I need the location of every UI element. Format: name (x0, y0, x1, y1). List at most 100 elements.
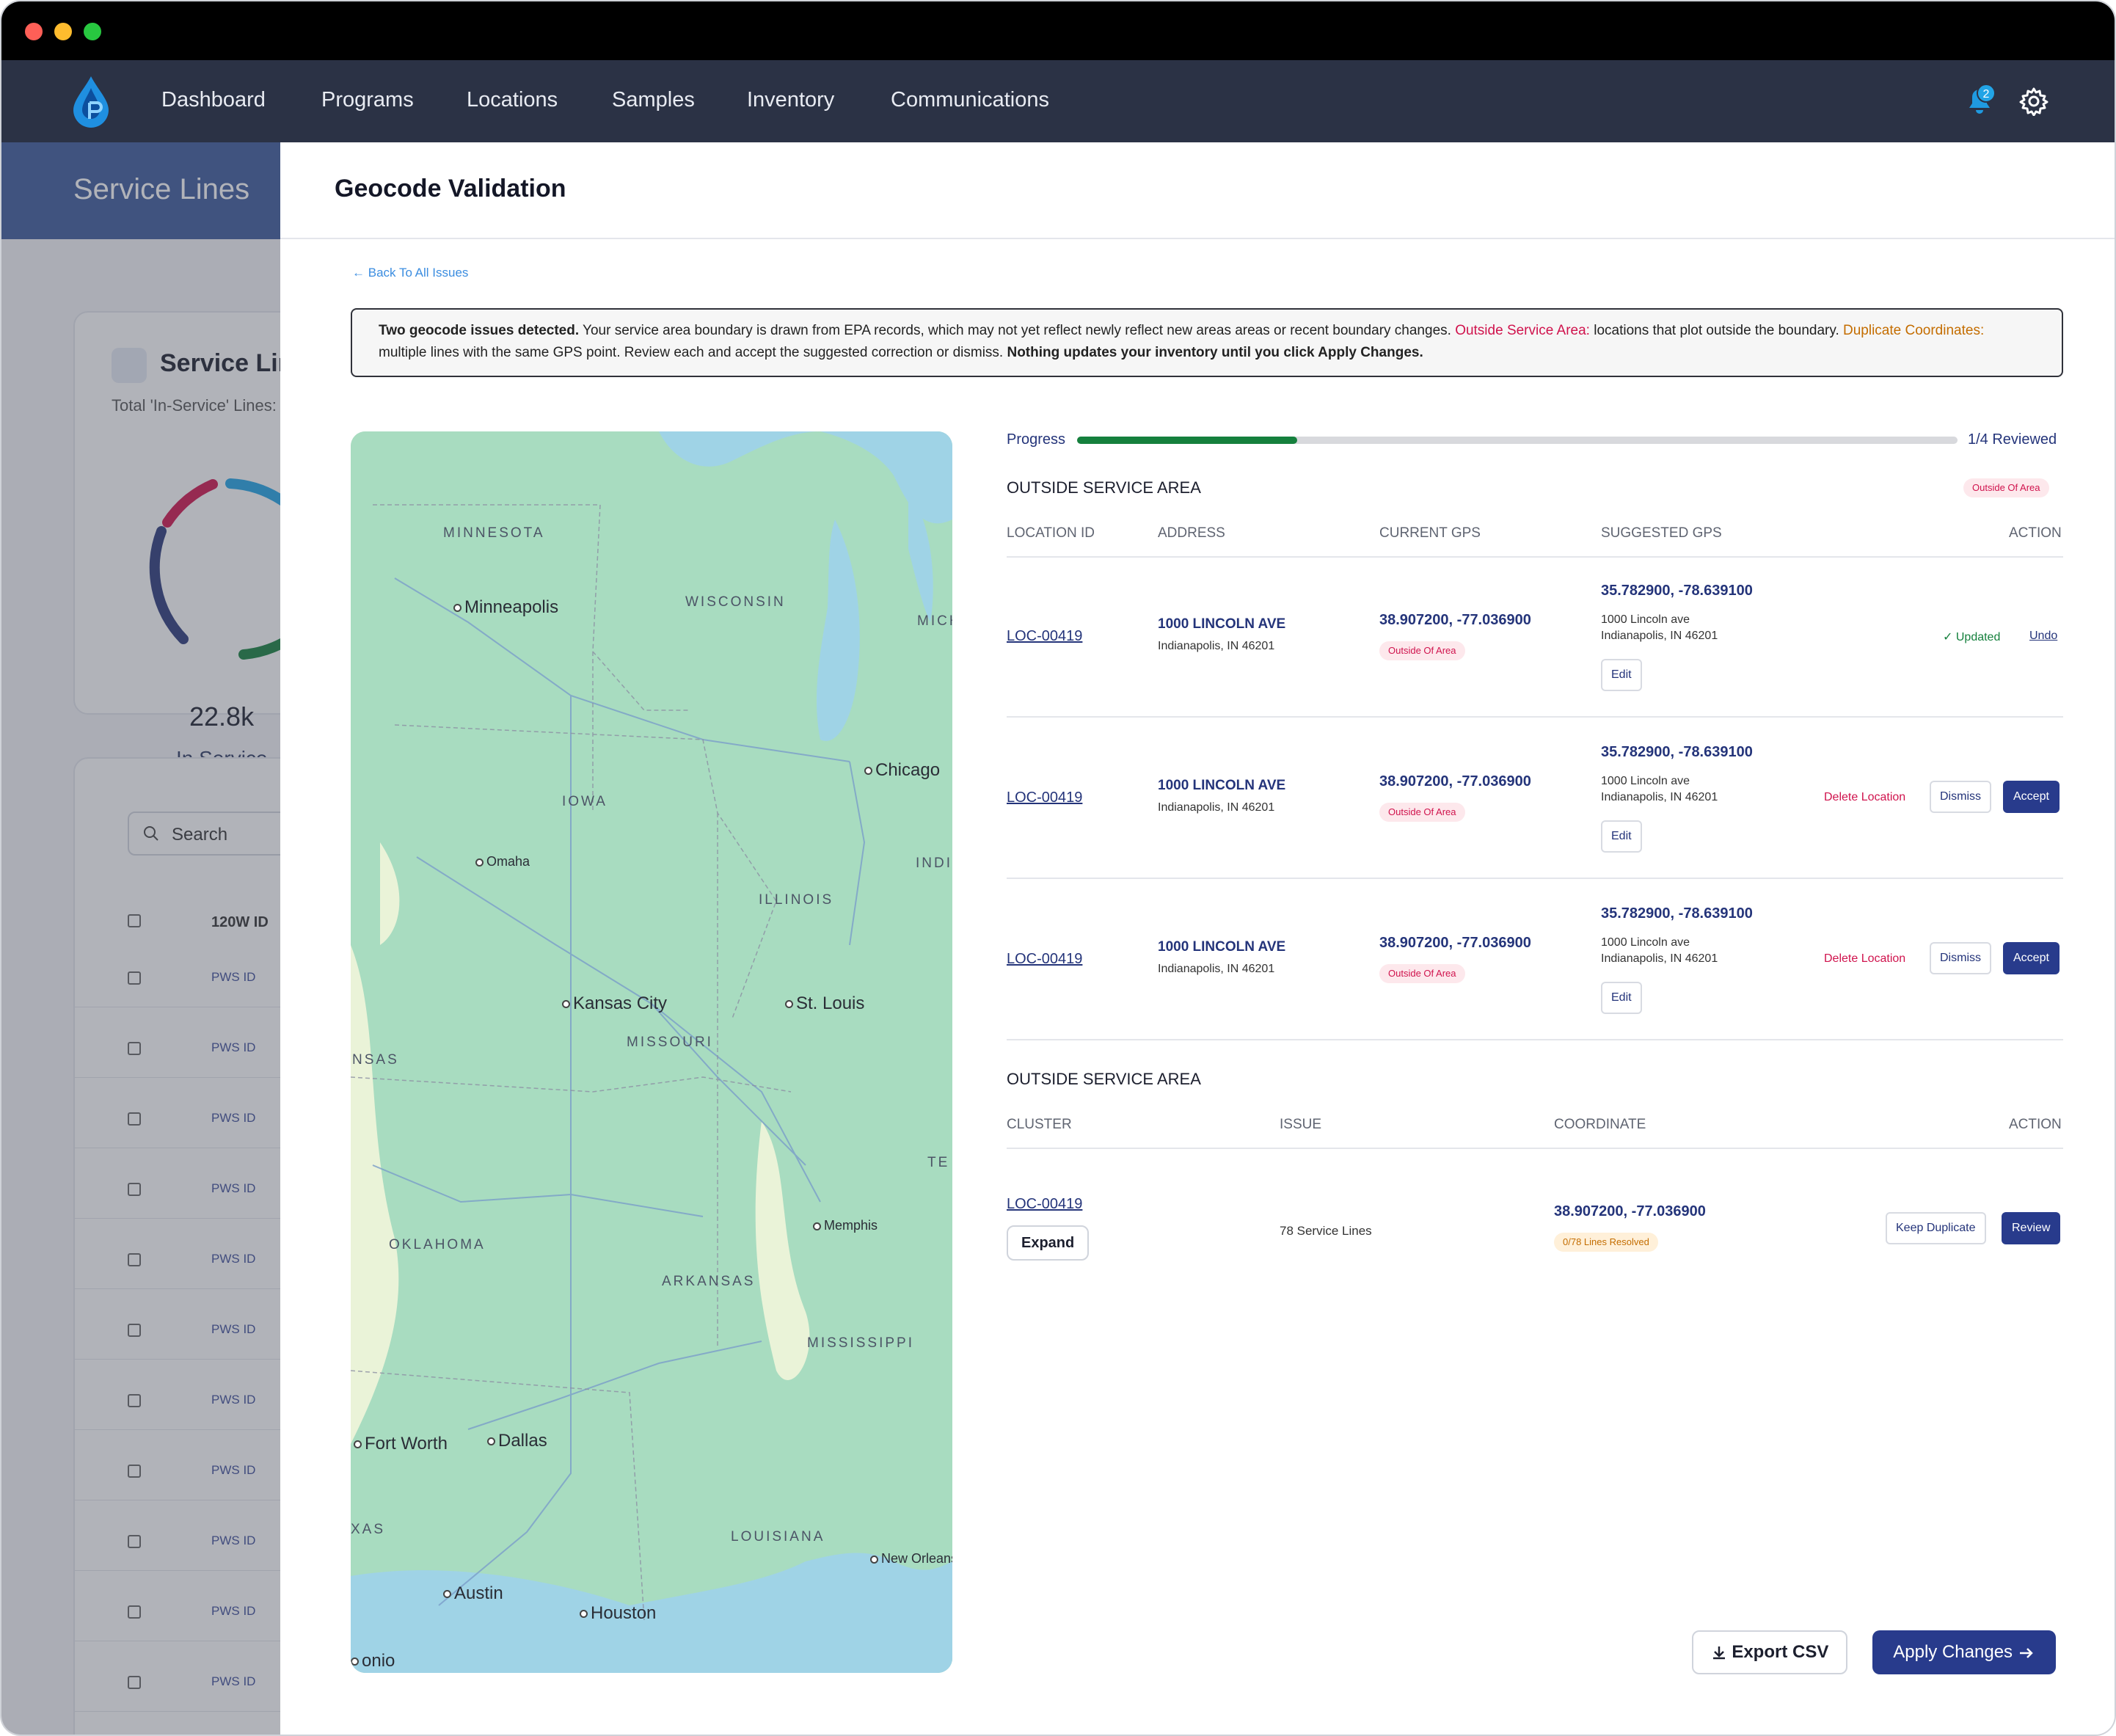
dismiss-button[interactable]: Dismiss (1930, 942, 1991, 974)
map-city-label[interactable]: St. Louis (785, 993, 864, 1014)
duplicate-section-title: OUTSIDE SERVICE AREA (1007, 1070, 1201, 1088)
location-id-link[interactable]: LOC-00419 (1007, 628, 1082, 645)
current-gps: 38.907200, -77.036900 (1379, 773, 1531, 789)
address-line-2: Indianapolis, IN 46201 (1158, 801, 1275, 814)
suggested-address-line-2: Indianapolis, IN 46201 (1601, 952, 1718, 965)
city-marker-icon (580, 1610, 588, 1619)
nav-dashboard[interactable]: Dashboard (161, 88, 266, 112)
geocode-validation-panel: Geocode Validation ← Back To All Issues … (280, 142, 2115, 1735)
page-title: Geocode Validation (335, 175, 566, 203)
suggested-address-line-2: Indianapolis, IN 46201 (1601, 791, 1718, 803)
keep-duplicate-button[interactable]: Keep Duplicate (1886, 1212, 1986, 1244)
city-name: Omaha (486, 854, 530, 869)
progress-count: 1/4 Reviewed (1968, 431, 2057, 448)
lines-resolved-chip: 0/78 Lines Resolved (1554, 1233, 1658, 1252)
edit-button[interactable]: Edit (1601, 982, 1642, 1014)
expand-button[interactable]: Expand (1007, 1225, 1090, 1261)
app-logo-icon[interactable] (69, 75, 113, 129)
review-button[interactable]: Review (2002, 1212, 2061, 1244)
close-window-button[interactable] (25, 23, 43, 40)
map-city-label[interactable]: Kansas City (562, 993, 667, 1014)
nav-programs[interactable]: Programs (321, 88, 414, 112)
row-divider (1007, 716, 2063, 718)
map-state-label: IOWA (562, 794, 608, 809)
suggested-address-line-1: 1000 Lincoln ave (1601, 613, 1690, 626)
edit-button[interactable]: Edit (1601, 820, 1642, 853)
col-current-gps: CURRENT GPS (1379, 525, 1481, 541)
accept-button[interactable]: Accept (2003, 781, 2060, 813)
suggested-gps: 35.782900, -78.639100 (1601, 583, 1753, 599)
col-address: ADDRESS (1158, 525, 1225, 541)
map-city-label[interactable]: Austin (443, 1583, 503, 1604)
row-divider (1007, 1039, 2063, 1040)
map-city-label[interactable]: Memphis (813, 1218, 878, 1233)
accept-button[interactable]: Accept (2003, 942, 2060, 974)
check-icon: ✓ (1943, 631, 1956, 643)
apply-changes-button[interactable]: Apply Changes (1872, 1630, 2056, 1674)
col-issue: ISSUE (1280, 1117, 1322, 1132)
row-divider (1007, 878, 2063, 879)
address-line-1: 1000 LINCOLN AVE (1158, 616, 1286, 632)
map-city-label[interactable]: Houston (580, 1603, 656, 1624)
panel-header: Geocode Validation (280, 142, 2115, 239)
map-state-label: MINNESOTA (443, 525, 545, 541)
map-city-label[interactable]: onio (351, 1651, 395, 1671)
city-name: Chicago (875, 760, 941, 780)
city-marker-icon (487, 1437, 495, 1446)
alert-outside-label: Outside Service Area: (1455, 323, 1590, 338)
edit-button[interactable]: Edit (1601, 659, 1642, 691)
suggested-gps: 35.782900, -78.639100 (1601, 744, 1753, 760)
maximize-window-button[interactable] (84, 23, 101, 40)
city-marker-icon (453, 604, 461, 613)
map-city-label[interactable]: Fort Worth (354, 1434, 448, 1454)
city-name: Minneapolis (464, 597, 559, 617)
city-name: Austin (454, 1583, 503, 1603)
map-state-label: MISSISSIPPI (807, 1335, 914, 1351)
dismiss-button[interactable]: Dismiss (1930, 781, 1991, 813)
col-suggested-gps: SUGGESTED GPS (1601, 525, 1722, 541)
suggested-address-line-2: Indianapolis, IN 46201 (1601, 630, 1718, 642)
updated-status-label: Updated (1955, 631, 2001, 643)
back-to-all-issues-link[interactable]: ← Back To All Issues (352, 266, 468, 280)
map-canvas[interactable] (351, 431, 952, 1673)
alert-text-1: Your service area boundary is drawn from… (579, 323, 1456, 338)
nav-locations[interactable]: Locations (467, 88, 558, 112)
location-id-link[interactable]: LOC-00419 (1007, 951, 1082, 968)
map-city-label[interactable]: Chicago (864, 760, 940, 781)
alert-trailer: Nothing updates your inventory until you… (1007, 345, 1423, 360)
delete-location-button[interactable]: Delete Location (1824, 791, 1905, 804)
city-marker-icon (475, 858, 484, 867)
col-coordinate: COORDINATE (1554, 1117, 1646, 1132)
map-city-label[interactable]: New Orleans (870, 1551, 952, 1567)
gear-icon[interactable] (2019, 87, 2048, 116)
map-state-label: OKLAHOMA (389, 1237, 486, 1252)
alert-lead: Two geocode issues detected. (379, 323, 580, 338)
map-city-label[interactable]: Dallas (487, 1431, 547, 1451)
city-marker-icon (443, 1590, 451, 1599)
minimize-window-button[interactable] (54, 23, 72, 40)
cluster-id-link[interactable]: LOC-00419 (1007, 1196, 1082, 1213)
alert-duplicate-label: Duplicate Coordinates: (1843, 323, 1985, 338)
city-marker-icon (870, 1555, 878, 1564)
map-city-label[interactable]: Minneapolis (453, 597, 558, 618)
location-id-link[interactable]: LOC-00419 (1007, 789, 1082, 806)
location-map[interactable]: MINNESOTA WISCONSIN MICH IOWA ILLINOIS INDIA M… (351, 431, 952, 1673)
modal-overlay[interactable] (1, 142, 280, 1735)
address-line-1: 1000 LINCOLN AVE (1158, 778, 1286, 793)
city-name: Houston (591, 1603, 657, 1623)
map-city-label[interactable]: Omaha (475, 854, 530, 869)
map-state-label: XAS (351, 1522, 386, 1537)
app-window: Dashboard Programs Locations Samples Inv… (0, 0, 2116, 1736)
city-name: onio (362, 1651, 395, 1671)
nav-inventory[interactable]: Inventory (747, 88, 834, 112)
window-titlebar (1, 1, 2115, 60)
city-name: Kansas City (573, 993, 668, 1013)
city-marker-icon (562, 1000, 570, 1009)
map-state-label: TE (927, 1155, 950, 1170)
nav-samples[interactable]: Samples (612, 88, 695, 112)
delete-location-button[interactable]: Delete Location (1824, 952, 1905, 966)
export-csv-button[interactable]: Export CSV (1692, 1630, 1847, 1674)
nav-communications[interactable]: Communications (891, 88, 1049, 112)
undo-button[interactable]: Undo (2029, 630, 2057, 643)
suggested-gps: 35.782900, -78.639100 (1601, 905, 1753, 922)
